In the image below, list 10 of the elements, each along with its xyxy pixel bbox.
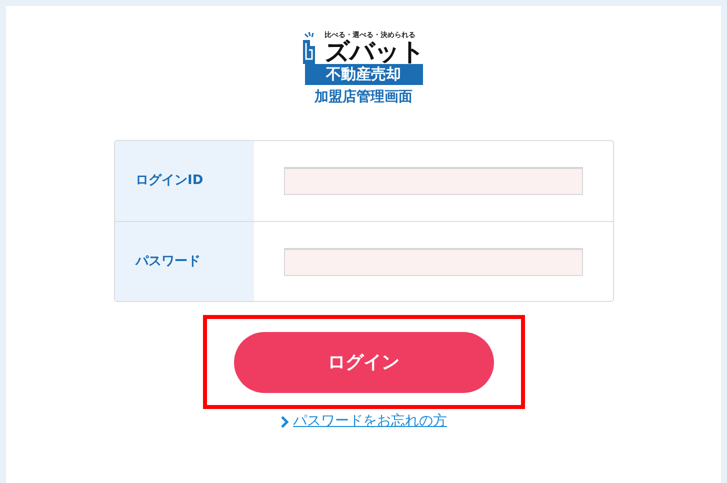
field-label: パスワード bbox=[114, 222, 254, 301]
forgot-password-link[interactable]: パスワードをお忘れの方 bbox=[293, 411, 447, 432]
field-label: ログインID bbox=[114, 141, 254, 221]
chevron-icon bbox=[280, 416, 289, 428]
logo-brand: ズバット bbox=[324, 39, 424, 64]
logo-band: 不動産売却 bbox=[304, 64, 422, 85]
login-button[interactable]: ログイン bbox=[234, 332, 494, 393]
logo-subtitle: 加盟店管理画面 bbox=[314, 90, 412, 104]
input-field[interactable] bbox=[284, 248, 582, 276]
input-field[interactable] bbox=[284, 167, 582, 195]
